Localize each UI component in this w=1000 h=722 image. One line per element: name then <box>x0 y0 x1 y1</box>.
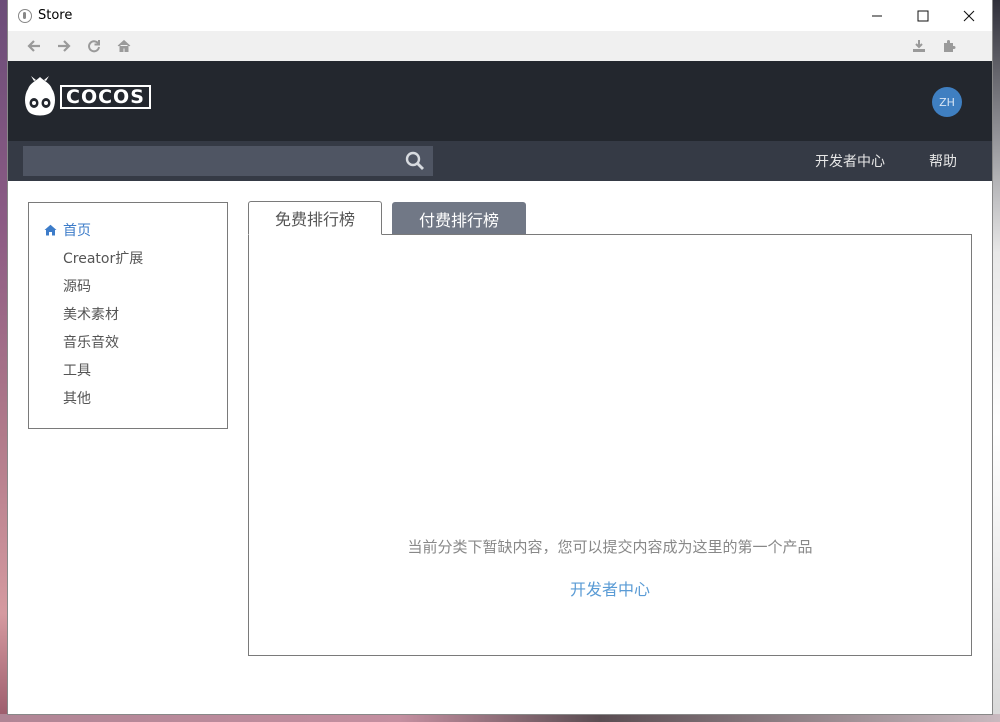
nav-developer-center[interactable]: 开发者中心 <box>815 151 885 171</box>
nav-help[interactable]: 帮助 <box>929 151 957 171</box>
tab-paid-ranking[interactable]: 付费排行榜 <box>392 202 526 235</box>
window-title: Store <box>38 8 73 23</box>
back-button[interactable] <box>19 31 49 61</box>
user-avatar[interactable]: ZH <box>932 87 962 117</box>
cocos-logo[interactable]: COCOS <box>22 75 151 119</box>
search-input[interactable] <box>23 146 397 176</box>
refresh-button[interactable] <box>79 31 109 61</box>
app-icon <box>18 8 32 23</box>
sidebar-item-creator-extensions[interactable]: Creator扩展 <box>29 248 227 276</box>
sidebar-item-label: Creator扩展 <box>63 251 144 267</box>
home-icon <box>117 39 131 52</box>
sidebar-item-label: 源码 <box>63 279 91 295</box>
forward-button[interactable] <box>49 31 79 61</box>
sidebar-item-label: 工具 <box>63 363 91 379</box>
ranking-tabs: 免费排行榜 付费排行榜 <box>248 201 536 235</box>
sidebar-item-label: 美术素材 <box>63 307 119 323</box>
site-header: COCOS ZH <box>8 61 992 141</box>
category-sidebar: 首页 Creator扩展 源码 美术素材 音乐音效 工具 其他 <box>28 202 228 429</box>
sidebar-item-label: 首页 <box>63 223 91 239</box>
sidebar-item-label: 音乐音效 <box>63 335 119 351</box>
close-icon <box>963 10 975 21</box>
search-icon <box>405 151 424 170</box>
download-button[interactable] <box>904 31 934 61</box>
desktop-background-right <box>992 0 1000 722</box>
window-controls <box>854 0 992 31</box>
title-bar[interactable]: Store <box>8 0 992 31</box>
extension-icon <box>944 40 956 52</box>
sidebar-item-home[interactable]: 首页 <box>29 220 227 248</box>
home-button[interactable] <box>109 31 139 61</box>
search-button[interactable] <box>397 146 433 176</box>
extensions-button[interactable] <box>934 31 964 61</box>
sidebar-item-source-code[interactable]: 源码 <box>29 276 227 304</box>
minimize-button[interactable] <box>854 0 900 31</box>
logo-text: COCOS <box>60 85 151 109</box>
refresh-icon <box>88 40 100 53</box>
maximize-button[interactable] <box>900 0 946 31</box>
sidebar-item-other[interactable]: 其他 <box>29 388 227 416</box>
sidebar-item-art-assets[interactable]: 美术素材 <box>29 304 227 332</box>
tab-free-ranking[interactable]: 免费排行榜 <box>248 201 382 235</box>
minimize-icon <box>872 15 882 16</box>
sidebar-item-tools[interactable]: 工具 <box>29 360 227 388</box>
cocos-mascot-icon <box>25 76 55 116</box>
store-window: Store COCOS ZH 开发者中心 帮助 首页 Creator扩展 源码 … <box>8 0 992 714</box>
desktop-background-left <box>0 0 8 722</box>
sidebar-item-music-sound[interactable]: 音乐音效 <box>29 332 227 360</box>
download-icon <box>913 40 925 52</box>
nav-links: 开发者中心 帮助 <box>771 141 957 181</box>
desktop-background-bottom <box>0 714 1000 722</box>
developer-center-link[interactable]: 开发者中心 <box>249 576 971 600</box>
back-icon <box>27 40 40 52</box>
sidebar-item-label: 其他 <box>63 391 91 407</box>
nav-bar: 开发者中心 帮助 <box>8 141 992 181</box>
empty-state-message: 当前分类下暂缺内容，您可以提交内容成为这里的第一个产品 <box>407 538 813 556</box>
ranking-panel: 当前分类下暂缺内容，您可以提交内容成为这里的第一个产品 开发者中心 <box>248 234 972 656</box>
forward-icon <box>58 40 71 52</box>
maximize-icon <box>917 10 929 21</box>
close-button[interactable] <box>946 0 992 31</box>
browser-toolbar <box>8 31 992 61</box>
search-box <box>23 146 433 176</box>
home-icon <box>44 224 57 236</box>
